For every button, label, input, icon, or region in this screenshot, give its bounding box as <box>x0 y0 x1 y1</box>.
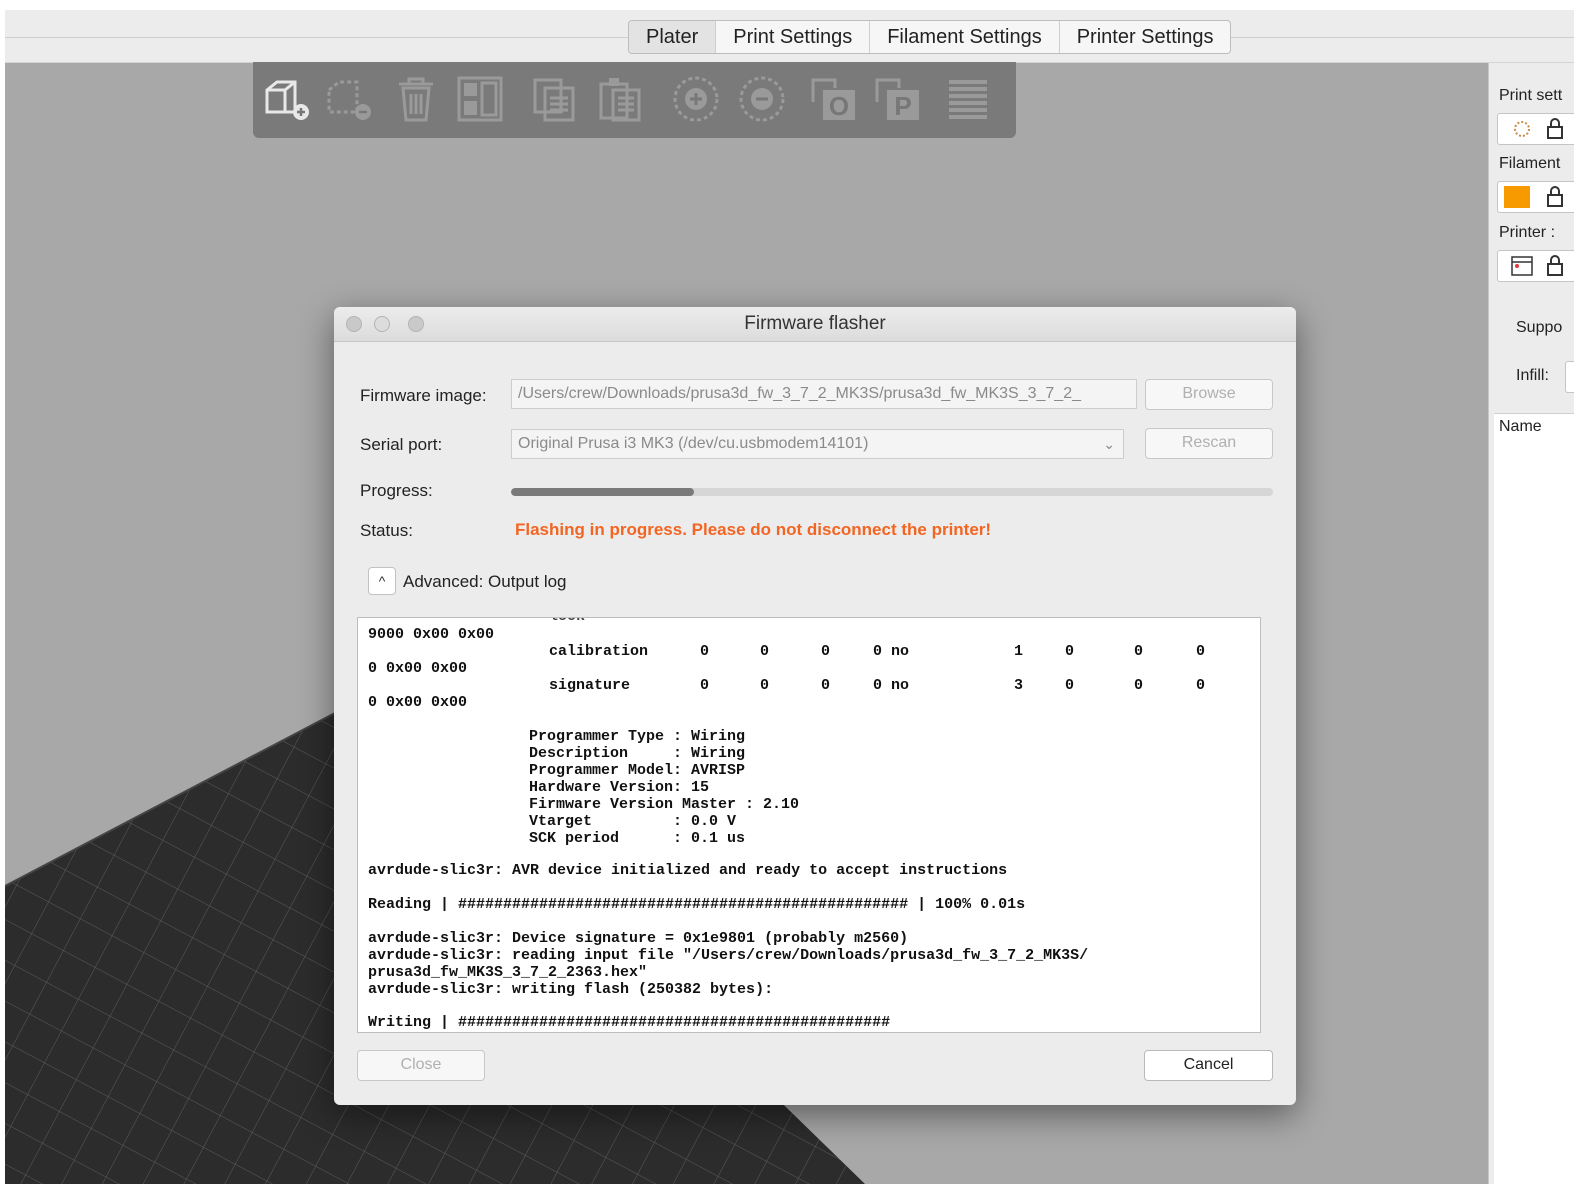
log-programmer-line: Programmer Type : Wiring <box>529 728 746 745</box>
log-memory-cell: 0 <box>821 643 831 660</box>
log-memory-cell: 0 <box>1196 677 1206 694</box>
log-line: avrdude-slic3r: reading input file "/Use… <box>368 947 1089 964</box>
log-programmer-line: SCK period : 0.1 us <box>529 830 746 847</box>
log-memory-cell: 3 <box>1014 677 1024 694</box>
log-memory-name: calibration <box>549 643 649 660</box>
serial-port-label: Serial port: <box>360 435 443 454</box>
serial-port-select[interactable]: Original Prusa i3 MK3 (/dev/cu.usbmodem1… <box>511 429 1124 459</box>
tab-filament-settings[interactable]: Filament Settings <box>870 21 1060 53</box>
output-log[interactable]: 9000 0x00 0x00 0 0x00 0x00 0 0x00 0x00 l… <box>357 617 1261 1033</box>
printer-combo[interactable] <box>1497 250 1574 282</box>
log-programmer-line: Vtarget : 0.0 V <box>529 813 737 830</box>
firmware-flasher-dialog: Firmware flasher Firmware image: /Users/… <box>334 307 1296 1105</box>
log-memory-cell: 0 <box>700 643 710 660</box>
log-line: prusa3d_fw_MK3S_3_7_2_2363.hex" <box>368 964 648 981</box>
log-line: 0 0x00 0x00 <box>368 660 468 677</box>
log-memory-cell: 0 <box>821 677 831 694</box>
print-settings-combo-icons <box>1514 118 1563 139</box>
log-programmer-line: Programmer Model: AVRISP <box>529 762 746 779</box>
arrange-icon[interactable] <box>455 74 505 124</box>
status-message: Flashing in progress. Please do not disc… <box>515 520 992 539</box>
lock-icon <box>1547 255 1563 276</box>
progress-bar <box>511 488 1273 496</box>
progress-bar-fill <box>511 488 694 496</box>
close-button[interactable]: Close <box>357 1050 485 1081</box>
log-clipped-row: lock <box>549 618 585 625</box>
split-objects-glyph: O <box>829 91 849 121</box>
log-line: avrdude-slic3r: AVR device initialized a… <box>368 862 1008 879</box>
add-object-icon[interactable] <box>263 74 313 124</box>
tab-plater[interactable]: Plater <box>629 21 717 53</box>
object-list[interactable]: Name <box>1494 413 1574 1185</box>
paste-icon[interactable] <box>595 74 645 124</box>
log-writing-line: Writing | ##############################… <box>368 1014 891 1031</box>
right-sidebar: Print sett Filament Printer : Suppo Infi… <box>1488 63 1574 1185</box>
log-programmer-line: Firmware Version Master : 2.10 <box>529 796 800 813</box>
split-parts-glyph: P <box>894 91 911 121</box>
delete-icon[interactable] <box>325 74 375 124</box>
log-memory-cell: 0 <box>1065 677 1075 694</box>
filament-color-swatch <box>1504 186 1530 208</box>
log-memory-name: signature <box>549 677 631 694</box>
log-memory-cell: 0 <box>1065 643 1075 660</box>
status-label: Status: <box>360 521 413 540</box>
filament-label: Filament <box>1499 155 1561 172</box>
browse-button[interactable]: Browse <box>1145 379 1273 410</box>
chevron-up-icon: ^ <box>378 573 386 589</box>
tab-printer-settings[interactable]: Printer Settings <box>1060 21 1231 53</box>
chevron-down-icon: ⌄ <box>1103 436 1115 452</box>
printer-label: Printer : <box>1499 224 1556 241</box>
log-memory-cell: 0 no <box>873 677 910 694</box>
log-memory-cell: 0 <box>1134 643 1144 660</box>
dialog-titlebar[interactable]: Firmware flasher <box>334 307 1296 342</box>
name-column-header[interactable]: Name <box>1499 418 1542 436</box>
print-settings-label: Print sett <box>1499 87 1563 104</box>
lock-icon <box>1547 186 1563 207</box>
log-line: 9000 0x00 0x00 <box>368 626 495 643</box>
log-line: avrdude-slic3r: Device signature = 0x1e9… <box>368 930 909 947</box>
rescan-button[interactable]: Rescan <box>1145 428 1273 459</box>
log-programmer-line: Hardware Version: 15 <box>529 779 710 796</box>
log-line: avrdude-slic3r: writing flash (250382 by… <box>368 981 774 998</box>
progress-label: Progress: <box>360 481 433 500</box>
log-memory-cell: 0 <box>700 677 710 694</box>
remove-instance-icon[interactable] <box>737 74 787 124</box>
log-line: 0 0x00 0x00 <box>368 694 468 711</box>
filament-combo-icons <box>1504 186 1563 208</box>
printer-combo-icons <box>1511 255 1563 276</box>
infill-label: Infill: <box>1516 367 1549 384</box>
tab-print-settings[interactable]: Print Settings <box>716 21 871 53</box>
top-tab-bar: Plater Print Settings Filament Settings … <box>5 10 1574 63</box>
advanced-collapse-button[interactable]: ^ <box>368 567 396 595</box>
infill-combo[interactable] <box>1565 361 1574 393</box>
add-instance-icon[interactable] <box>671 74 721 124</box>
copy-icon[interactable] <box>529 74 579 124</box>
print-settings-combo[interactable] <box>1497 113 1574 145</box>
log-memory-cell: 0 no <box>873 643 910 660</box>
firmware-image-field[interactable]: /Users/crew/Downloads/prusa3d_fw_3_7_2_M… <box>511 379 1137 409</box>
gear-icon <box>1514 121 1530 137</box>
filament-combo[interactable] <box>1497 181 1574 213</box>
delete-all-icon[interactable] <box>391 74 441 124</box>
split-objects-icon[interactable]: O <box>809 74 859 124</box>
printer-icon <box>1511 256 1533 276</box>
log-memory-cell: 0 <box>760 677 770 694</box>
dialog-title: Firmware flasher <box>744 313 886 334</box>
layers-editing-icon[interactable] <box>943 74 993 124</box>
log-memory-cell: 0 <box>760 643 770 660</box>
serial-port-value: Original Prusa i3 MK3 (/dev/cu.usbmodem1… <box>518 435 869 452</box>
firmware-image-label: Firmware image: <box>360 386 487 405</box>
log-reading-line: Reading | ##############################… <box>368 896 1026 913</box>
log-memory-cell: 0 <box>1196 643 1206 660</box>
main-tabs: Plater Print Settings Filament Settings … <box>628 20 1232 54</box>
log-memory-cell: 0 <box>1134 677 1144 694</box>
log-memory-cell: 1 <box>1014 643 1024 660</box>
supports-label: Suppo <box>1516 319 1563 336</box>
advanced-output-log-label[interactable]: Advanced: Output log <box>403 572 567 592</box>
split-parts-icon[interactable]: P <box>873 74 923 124</box>
lock-icon <box>1547 118 1563 139</box>
cancel-button[interactable]: Cancel <box>1144 1050 1273 1081</box>
log-programmer-line: Description : Wiring <box>529 745 746 762</box>
plater-toolbar: O P <box>253 62 1016 138</box>
